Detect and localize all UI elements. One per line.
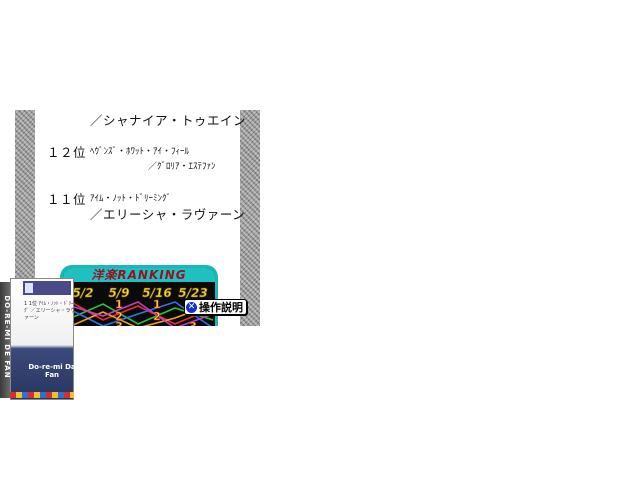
artist-line-top: ／シャナイア・トゥエイン <box>90 113 247 128</box>
ranking-position-mark: 3 <box>189 320 197 326</box>
box-front-title: Do-re-mi Da Fan <box>28 363 76 379</box>
rank-11-artist: ／エリーシャ・ラヴァーン <box>90 207 246 222</box>
console-logo-icon <box>23 281 71 295</box>
rank-12-artist: ／ｸﾞﾛﾘｱ・ｴｽﾃﾌｧﾝ <box>148 162 216 172</box>
ranking-position-mark: 3 <box>115 320 123 326</box>
ranking-position-mark: 2 <box>153 310 161 323</box>
box-spine: DO-RE-MI DE FAN <box>0 282 11 398</box>
ranking-banner: 5/25/95/165/23 1231213 洋楽RANKING <box>60 265 218 326</box>
x-button-icon: ✕ <box>186 301 197 313</box>
box-front-text: 1 1位 ｱｲﾑ・ﾉｯﾄ・ﾄﾞﾘｰﾐﾝｸﾞ ／エリーシャ・ラヴァーン <box>24 301 79 321</box>
box-stripe <box>10 392 74 398</box>
ranking-date: 5/2 <box>72 286 93 300</box>
rank-12-label: １２位 <box>47 145 87 160</box>
rank-12-song: ﾍｳﾞﾝｽﾞ・ﾎﾜｯﾄ・ｱｲ・ﾌｨｰﾙ <box>90 147 190 157</box>
help-label: 操作説明 <box>199 301 243 314</box>
game-box-art: DO-RE-MI DE FAN 1 1位 ｱｲﾑ・ﾉｯﾄ・ﾄﾞﾘｰﾐﾝｸﾞ ／エ… <box>0 278 79 400</box>
rank-11-song: ｱｲﾑ・ﾉｯﾄ・ﾄﾞﾘｰﾐﾝｸﾞ <box>90 194 172 204</box>
rank-11-label: １１位 <box>47 192 87 207</box>
box-front: 1 1位 ｱｲﾑ・ﾉｯﾄ・ﾄﾞﾘｰﾐﾝｸﾞ ／エリーシャ・ラヴァーン Do-re… <box>10 278 79 400</box>
help-button[interactable]: ✕ 操作説明 <box>184 299 247 315</box>
ranking-title: 洋楽RANKING <box>63 268 215 282</box>
